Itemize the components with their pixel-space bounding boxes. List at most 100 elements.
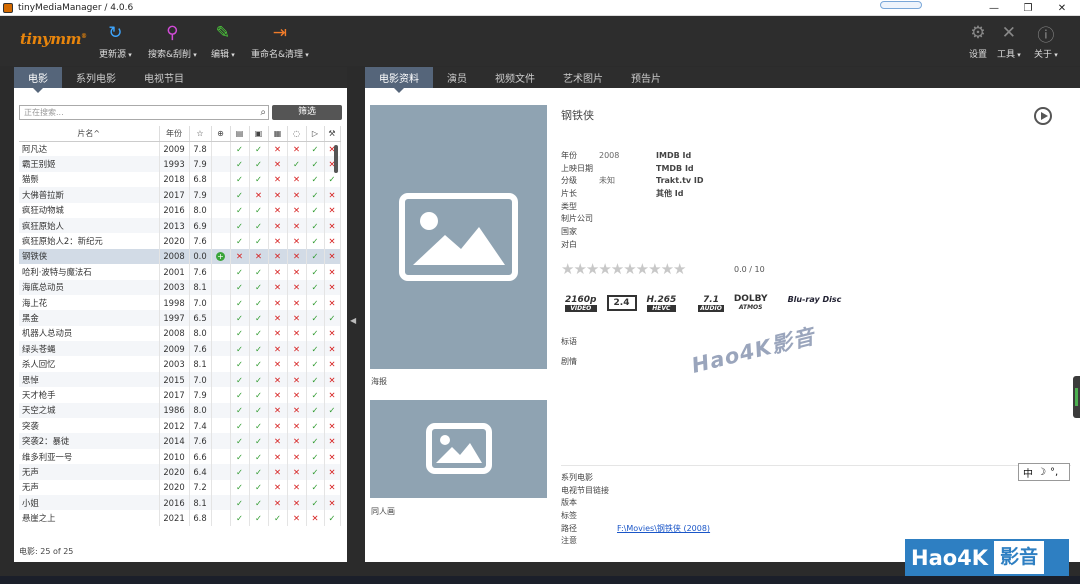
cross-icon: ✕ bbox=[324, 217, 341, 234]
table-row[interactable]: 悬崖之上 2021 6.8 ✓ ✓ ✓ ✕ ✕ ✓ bbox=[19, 510, 341, 526]
column-title[interactable]: 片名^ bbox=[19, 126, 160, 142]
settings-button[interactable]: ⚙ 设置 bbox=[967, 22, 989, 60]
id-label: Trakt.tv ID bbox=[656, 176, 704, 186]
new-plus-icon[interactable]: ⊕ bbox=[211, 126, 231, 142]
cross-icon: ✕ bbox=[230, 248, 250, 265]
check-icon: ✓ bbox=[230, 279, 250, 295]
table-row[interactable]: 思悼 2015 7.0 ✓ ✓ ✕ ✕ ✓ ✕ bbox=[19, 371, 341, 388]
check-icon: ✓ bbox=[249, 264, 269, 280]
fanart-image[interactable] bbox=[370, 400, 547, 498]
cross-icon: ✕ bbox=[324, 341, 341, 357]
check-icon: ✓ bbox=[306, 464, 325, 480]
movie-rating-cell: 8.1 bbox=[189, 356, 212, 372]
movie-year-cell: 2020 bbox=[159, 233, 190, 249]
table-row[interactable]: 天空之城 1986 8.0 ✓ ✓ ✕ ✕ ✓ ✓ bbox=[19, 402, 341, 419]
status-empty bbox=[211, 387, 231, 403]
table-row[interactable]: 无声 2020 7.2 ✓ ✓ ✕ ✕ ✓ ✕ bbox=[19, 479, 341, 495]
table-row[interactable]: 海上花 1998 7.0 ✓ ✓ ✕ ✕ ✓ ✕ bbox=[19, 294, 341, 311]
tab-movie-sets[interactable]: 系列电影 bbox=[62, 67, 130, 88]
check-icon: ✓ bbox=[230, 233, 250, 249]
tab-artwork[interactable]: 艺术图片 bbox=[549, 67, 617, 88]
table-row[interactable]: 疯狂原始人 2013 6.9 ✓ ✓ ✕ ✕ ✓ ✕ bbox=[19, 217, 341, 234]
table-row[interactable]: 无声 2020 6.4 ✓ ✓ ✕ ✕ ✓ ✕ bbox=[19, 464, 341, 480]
movie-rating-cell: 7.6 bbox=[189, 264, 212, 280]
table-row[interactable]: 杀人回忆 2003 8.1 ✓ ✓ ✕ ✕ ✓ ✕ bbox=[19, 356, 341, 372]
table-row[interactable]: 维多利亚一号 2010 6.6 ✓ ✓ ✕ ✕ ✓ ✕ bbox=[19, 448, 341, 465]
status-empty bbox=[211, 479, 231, 495]
poster-image[interactable] bbox=[370, 105, 547, 369]
maximize-button[interactable]: ❐ bbox=[1010, 0, 1046, 16]
movie-rating-cell: 6.5 bbox=[189, 310, 212, 326]
check-icon: ✓ bbox=[230, 141, 250, 157]
table-row[interactable]: 大佛普拉斯 2017 7.9 ✓ ✕ ✕ ✕ ✓ ✕ bbox=[19, 187, 341, 203]
trailer-play-icon[interactable]: ▷ bbox=[306, 126, 325, 142]
update-source-button[interactable]: ↻ 更新源 bbox=[99, 22, 132, 60]
rating-star-icon[interactable]: ☆ bbox=[189, 126, 212, 142]
cross-icon: ✕ bbox=[287, 464, 307, 480]
table-row[interactable]: 突袭 2012 7.4 ✓ ✓ ✕ ✕ ✓ ✕ bbox=[19, 418, 341, 434]
check-icon: ✓ bbox=[249, 387, 269, 403]
cross-icon: ✕ bbox=[324, 248, 341, 265]
table-row[interactable]: 绿头苍蝇 2009 7.6 ✓ ✓ ✕ ✕ ✓ ✕ bbox=[19, 341, 341, 357]
tab-cast[interactable]: 演员 bbox=[433, 67, 481, 88]
tab-movies[interactable]: 电影 bbox=[14, 67, 62, 93]
table-row[interactable]: 霸王别姬 1993 7.9 ✓ ✓ ✕ ✓ ✓ ✕ bbox=[19, 156, 341, 172]
side-handle[interactable] bbox=[1073, 376, 1080, 418]
path-link[interactable]: F:\Movies\钢铁侠 (2008) bbox=[617, 523, 710, 534]
cross-icon: ✕ bbox=[287, 141, 307, 157]
check-icon: ✓ bbox=[230, 171, 250, 188]
cross-icon: ✕ bbox=[268, 479, 288, 495]
table-row[interactable]: 机器人总动员 2008 8.0 ✓ ✓ ✕ ✕ ✓ ✕ bbox=[19, 325, 341, 342]
table-row[interactable]: 海底总动员 2003 8.1 ✓ ✓ ✕ ✕ ✓ ✕ bbox=[19, 279, 341, 295]
minimize-button[interactable]: — bbox=[976, 0, 1012, 16]
cross-icon: ✕ bbox=[268, 371, 288, 388]
table-row[interactable]: 天才枪手 2017 7.9 ✓ ✓ ✕ ✕ ✓ ✕ bbox=[19, 387, 341, 403]
table-row[interactable]: 猫鬃 2018 6.8 ✓ ✓ ✕ ✕ ✓ ✓ bbox=[19, 171, 341, 188]
close-button[interactable]: ✕ bbox=[1044, 0, 1080, 16]
images-icon[interactable]: ▣ bbox=[249, 126, 269, 142]
tab-trailers[interactable]: 预告片 bbox=[617, 67, 675, 88]
about-button[interactable]: ⓘ 关于 bbox=[1034, 22, 1058, 61]
check-icon: ✓ bbox=[306, 202, 325, 218]
subtitle-icon[interactable]: ◌ bbox=[287, 126, 307, 142]
rename-clean-button[interactable]: ⇥ 重命名&清理 bbox=[251, 22, 309, 60]
movie-rating-cell: 8.1 bbox=[189, 494, 212, 511]
table-row[interactable]: 疯狂动物城 2016 8.0 ✓ ✓ ✕ ✕ ✓ ✕ bbox=[19, 202, 341, 218]
table-row[interactable]: 疯狂原始人2：新纪元 2020 7.6 ✓ ✓ ✕ ✕ ✓ ✕ bbox=[19, 233, 341, 249]
filter-button[interactable]: 筛选 bbox=[272, 105, 342, 120]
check-icon: ✓ bbox=[230, 187, 250, 203]
movie-title-cell: 猫鬃 bbox=[19, 171, 160, 188]
table-row[interactable]: 突袭2：暴徒 2014 7.6 ✓ ✓ ✕ ✕ ✓ ✕ bbox=[19, 433, 341, 449]
tools-button[interactable]: ✕ 工具 bbox=[997, 22, 1021, 60]
bluray-logo: Blu-ray Disc bbox=[787, 295, 842, 304]
tab-movie-info[interactable]: 电影资料 bbox=[365, 67, 433, 93]
status-empty bbox=[211, 294, 231, 311]
list-scrollbar[interactable] bbox=[334, 145, 338, 173]
column-year[interactable]: 年份 bbox=[159, 126, 190, 142]
cross-icon: ✕ bbox=[268, 448, 288, 465]
table-row[interactable]: 哈利·波特与魔法石 2001 7.6 ✓ ✓ ✕ ✕ ✓ ✕ bbox=[19, 264, 341, 280]
tab-media-files[interactable]: 视频文件 bbox=[481, 67, 549, 88]
cross-icon: ✕ bbox=[268, 294, 288, 311]
check-icon: ✓ bbox=[249, 448, 269, 465]
nfo-file-icon[interactable]: ▤ bbox=[230, 126, 250, 142]
edit-button[interactable]: ✎ 编辑 bbox=[211, 22, 235, 60]
table-row[interactable]: 钢铁侠 2008 0.0 + ✕ ✕ ✕ ✕ ✓ ✕ bbox=[19, 248, 341, 265]
cross-icon: ✕ bbox=[324, 279, 341, 295]
cross-icon: ✕ bbox=[287, 187, 307, 203]
rename-icon: ⇥ bbox=[272, 23, 288, 43]
ime-indicator[interactable]: 中 ☽ °, bbox=[1018, 463, 1070, 481]
table-row[interactable]: 阿凡达 2009 7.8 ✓ ✓ ✕ ✕ ✓ ✕ bbox=[19, 141, 341, 157]
table-row[interactable]: 黑金 1997 6.5 ✓ ✓ ✕ ✕ ✓ ✓ bbox=[19, 310, 341, 326]
resolution-badge: 2160p VIDEO bbox=[565, 295, 597, 312]
search-scrape-button[interactable]: ⚲ 搜索&刮削 bbox=[148, 22, 197, 60]
tab-tv-shows[interactable]: 电视节目 bbox=[130, 67, 198, 88]
table-row[interactable]: 小姐 2016 8.1 ✓ ✓ ✕ ✕ ✓ ✕ bbox=[19, 494, 341, 511]
search-input[interactable]: 正在搜索... ⌕ bbox=[19, 105, 269, 120]
status-empty bbox=[211, 402, 231, 419]
wrench-icon[interactable]: ⚒ bbox=[324, 126, 341, 142]
status-empty bbox=[211, 279, 231, 295]
play-trailer-icon[interactable] bbox=[1034, 107, 1052, 125]
collapse-handle-icon[interactable]: ◀ bbox=[350, 316, 356, 325]
film-icon[interactable]: ▦ bbox=[268, 126, 288, 142]
